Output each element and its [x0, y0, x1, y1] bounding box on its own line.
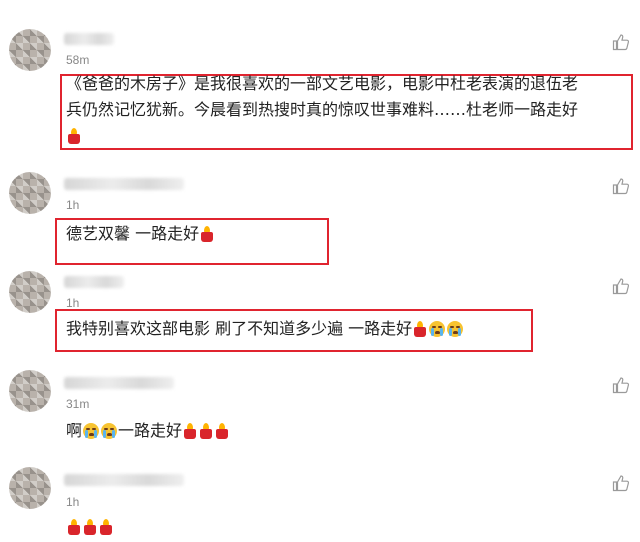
comment-emoji-row: [66, 123, 578, 149]
avatar[interactable]: [9, 172, 51, 214]
username-blurred[interactable]: [64, 474, 184, 486]
candle-icon: [215, 423, 229, 439]
comment-line-2: 兵仍然记忆犹新。今晨看到热搜时真的惊叹世事难料……杜老师一路走好: [66, 97, 578, 123]
crying-face-icon: [101, 423, 118, 439]
comment-time: 1h: [66, 495, 80, 509]
comment-text: 《爸爸的木房子》是我很喜欢的一部文艺电影，电影中杜老表演的退伍老 兵仍然记忆犹新…: [66, 71, 578, 149]
username-blurred[interactable]: [64, 276, 124, 288]
comment-text-content: 德艺双馨 一路走好: [66, 224, 200, 243]
username-blurred[interactable]: [64, 178, 184, 190]
avatar[interactable]: [9, 467, 51, 509]
comment-time: 1h: [66, 296, 80, 310]
comment-text: 我特别喜欢这部电影 刷了不知道多少遍 一路走好: [66, 316, 464, 342]
candle-icon: [183, 423, 197, 439]
candle-icon: [413, 321, 427, 337]
avatar[interactable]: [9, 29, 51, 71]
candle-icon: [199, 423, 213, 439]
comment-text-content: 我特别喜欢这部电影 刷了不知道多少遍 一路走好: [66, 319, 413, 338]
thumbs-up-icon[interactable]: [612, 376, 630, 394]
candle-icon: [99, 519, 113, 535]
thumbs-up-icon[interactable]: [612, 277, 630, 295]
candle-icon: [67, 519, 81, 535]
candle-icon: [200, 226, 214, 242]
comment-text: [66, 514, 114, 540]
avatar[interactable]: [9, 271, 51, 313]
comment-text-content: 一路走好: [118, 421, 183, 440]
crying-face-icon: [429, 321, 446, 337]
comment-text: 德艺双馨 一路走好: [66, 221, 215, 247]
comment-line-1: 《爸爸的木房子》是我很喜欢的一部文艺电影，电影中杜老表演的退伍老: [66, 74, 579, 93]
username-blurred[interactable]: [64, 33, 114, 45]
candle-icon: [83, 519, 97, 535]
thumbs-up-icon[interactable]: [612, 177, 630, 195]
avatar[interactable]: [9, 370, 51, 412]
username-blurred[interactable]: [64, 377, 174, 389]
comment-time: 31m: [66, 397, 90, 411]
thumbs-up-icon[interactable]: [612, 33, 630, 51]
comment-line-2-text: 兵仍然记忆犹新。今晨看到热搜时真的惊叹世事难料……杜老师一路走好: [66, 100, 579, 119]
thumbs-up-icon[interactable]: [612, 474, 630, 492]
crying-face-icon: [447, 321, 464, 337]
candle-icon: [67, 128, 81, 144]
comment-text: 啊 一路走好: [66, 418, 230, 444]
comment-text-prefix: 啊: [66, 421, 83, 440]
comment-time: 1h: [66, 198, 80, 212]
crying-face-icon: [83, 423, 100, 439]
comment-time: 58m: [66, 53, 90, 67]
